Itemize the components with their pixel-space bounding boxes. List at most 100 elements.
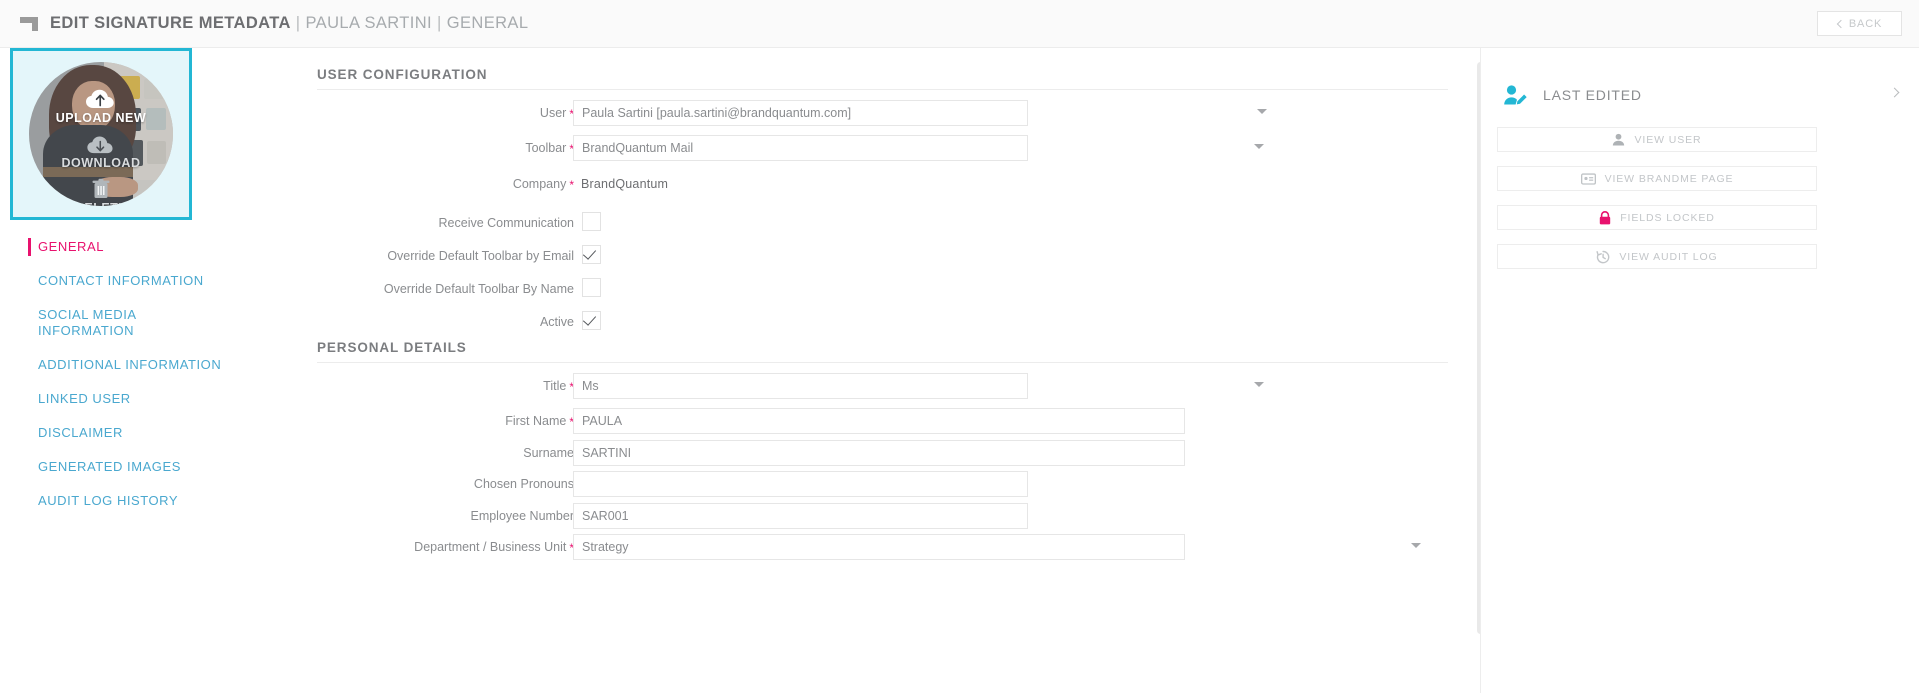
department-label: Department / Business Unit * [414,540,574,555]
avatar-action-upload[interactable]: UPLOAD NEW [29,88,173,125]
back-button[interactable]: BACK [1817,11,1902,36]
toolbar-label: Toolbar * [525,141,574,156]
top-bar: EDIT SIGNATURE METADATA | PAULA SARTINI | GE… [0,0,1919,48]
form-row-surname: Surname SARTINI [240,438,1480,468]
sidebar-item-label: AUDIT LOG HISTORY [38,493,179,508]
form-row-employee-number: Employee Number SAR001 [240,501,1480,531]
sidebar-item-contact-information[interactable]: CONTACT INFORMATION [0,264,240,298]
section-title-personal-details: PERSONAL DETAILS [317,340,467,355]
surname-input[interactable]: SARTINI [573,440,1185,466]
last-edited-title: LAST EDITED [1543,87,1642,103]
toolbar-select[interactable]: BrandQuantum Mail [573,135,1028,161]
sidebar-nav: GENERAL CONTACT INFORMATION SOCIAL MEDIA… [0,230,240,518]
cloud-download-icon [87,136,113,154]
form-row-active: Active [240,307,1480,337]
avatar-action-delete[interactable]: DELETE [29,178,173,206]
sidebar-item-label: GENERATED IMAGES [38,459,181,474]
fields-locked-button[interactable]: FIELDS LOCKED [1497,205,1817,230]
employee-number-label: Employee Number [470,509,574,523]
back-button-label: BACK [1848,17,1883,30]
history-icon [1596,250,1610,263]
sidebar-item-label: GENERAL [38,239,104,254]
form-row-override-toolbar-name: Override Default Toolbar By Name [240,274,1480,304]
avatar-action-download[interactable]: DOWNLOAD [29,135,173,170]
sidebar-item-audit-log-history[interactable]: AUDIT LOG HISTORY [0,484,240,518]
receive-communication-label: Receive Communication [438,216,574,230]
user-label: User * [539,106,574,121]
view-audit-log-button[interactable]: VIEW AUDIT LOG [1497,244,1817,269]
title-select[interactable]: Ms [573,373,1028,399]
sidebar-item-disclaimer[interactable]: DISCLAIMER [0,416,240,450]
section-divider [317,89,1448,90]
main-content: USER CONFIGURATION User * Paula Sartini [… [240,48,1484,693]
company-value: BrandQuantum [581,177,669,191]
avatar: UPLOAD NEW DOWNLOAD DELETE [29,62,173,206]
view-brandme-page-label: VIEW BRANDME PAGE [1604,172,1734,185]
chevron-down-icon [1254,144,1264,149]
receive-communication-checkbox[interactable] [582,212,601,231]
view-user-button[interactable]: VIEW USER [1497,127,1817,152]
chevron-down-icon [1254,382,1264,387]
window-corner-icon [20,16,38,31]
chosen-pronouns-label: Chosen Pronouns [473,477,574,491]
active-label: Active [539,315,574,329]
chevron-right-icon[interactable] [1889,87,1900,98]
first-name-label: First Name * [505,414,574,429]
breadcrumb-item-2: GENERAL [446,14,529,32]
first-name-input[interactable]: PAULA [573,408,1185,434]
check-icon [582,246,597,260]
avatar-card[interactable]: UPLOAD NEW DOWNLOAD DELETE [10,48,192,220]
check-icon [582,312,597,326]
user-select[interactable]: Paula Sartini [paula.sartini@brandquantu… [573,100,1028,126]
sidebar-item-linked-user[interactable]: LINKED USER [0,382,240,416]
section-title-user-configuration: USER CONFIGURATION [317,67,488,82]
avatar-action-delete-label: DELETE [29,201,173,206]
override-toolbar-name-checkbox[interactable] [582,278,601,297]
view-brandme-page-button[interactable]: VIEW BRANDME PAGE [1497,166,1817,191]
user-edit-icon [1504,85,1527,105]
form-row-first-name: First Name * PAULA [240,406,1480,436]
id-card-icon [1580,172,1596,185]
form-row-department: Department / Business Unit * Strategy [240,532,1480,562]
breadcrumb: EDIT SIGNATURE METADATA | PAULA SARTINI | GE… [50,14,528,33]
chevron-left-icon [1836,19,1846,28]
fields-locked-label: FIELDS LOCKED [1620,211,1715,224]
form-row-toolbar: Toolbar * BrandQuantum Mail [240,133,1480,163]
sidebar-item-label: SOCIAL MEDIA INFORMATION [38,307,136,338]
sidebar-item-social-media-information[interactable]: SOCIAL MEDIA INFORMATION [0,298,150,348]
left-sidebar: UPLOAD NEW DOWNLOAD DELETE [0,48,240,693]
sidebar-item-label: LINKED USER [38,391,131,406]
trash-icon [92,178,110,198]
breadcrumb-item-0: EDIT SIGNATURE METADATA [50,14,291,32]
override-toolbar-email-checkbox[interactable] [582,245,601,264]
surname-label: Surname [523,446,574,460]
sidebar-item-generated-images[interactable]: GENERATED IMAGES [0,450,240,484]
override-toolbar-name-label: Override Default Toolbar By Name [383,282,574,296]
user-icon [1613,133,1625,146]
breadcrumb-separator: | [295,14,301,32]
view-user-label: VIEW USER [1634,133,1702,146]
sidebar-item-additional-information[interactable]: ADDITIONAL INFORMATION [0,348,240,382]
sidebar-item-label: CONTACT INFORMATION [38,273,204,288]
required-marker: * [569,178,574,192]
avatar-action-upload-label: UPLOAD NEW [55,111,147,125]
sidebar-item-label: DISCLAIMER [38,425,123,440]
active-checkbox[interactable] [582,311,601,330]
lock-icon [1600,210,1611,224]
view-audit-log-label: VIEW AUDIT LOG [1619,250,1718,263]
breadcrumb-item-1: PAULA SARTINI [305,14,433,32]
form-row-chosen-pronouns: Chosen Pronouns [240,469,1480,499]
avatar-action-download-label: DOWNLOAD [61,156,141,170]
sidebar-item-general[interactable]: GENERAL [0,230,240,264]
section-divider [317,362,1448,363]
chevron-down-icon [1257,109,1267,114]
form-row-company: Company * BrandQuantum [240,169,1480,199]
sidebar-item-label: ADDITIONAL INFORMATION [38,357,222,372]
employee-number-input[interactable]: SAR001 [573,503,1028,529]
company-label: Company * [512,177,574,192]
form-row-user: User * Paula Sartini [paula.sartini@brand… [240,98,1480,128]
chosen-pronouns-input[interactable] [573,471,1028,497]
form-row-title: Title * Ms [240,371,1480,401]
department-select[interactable]: Strategy [573,534,1185,560]
chevron-down-icon [1411,543,1421,548]
